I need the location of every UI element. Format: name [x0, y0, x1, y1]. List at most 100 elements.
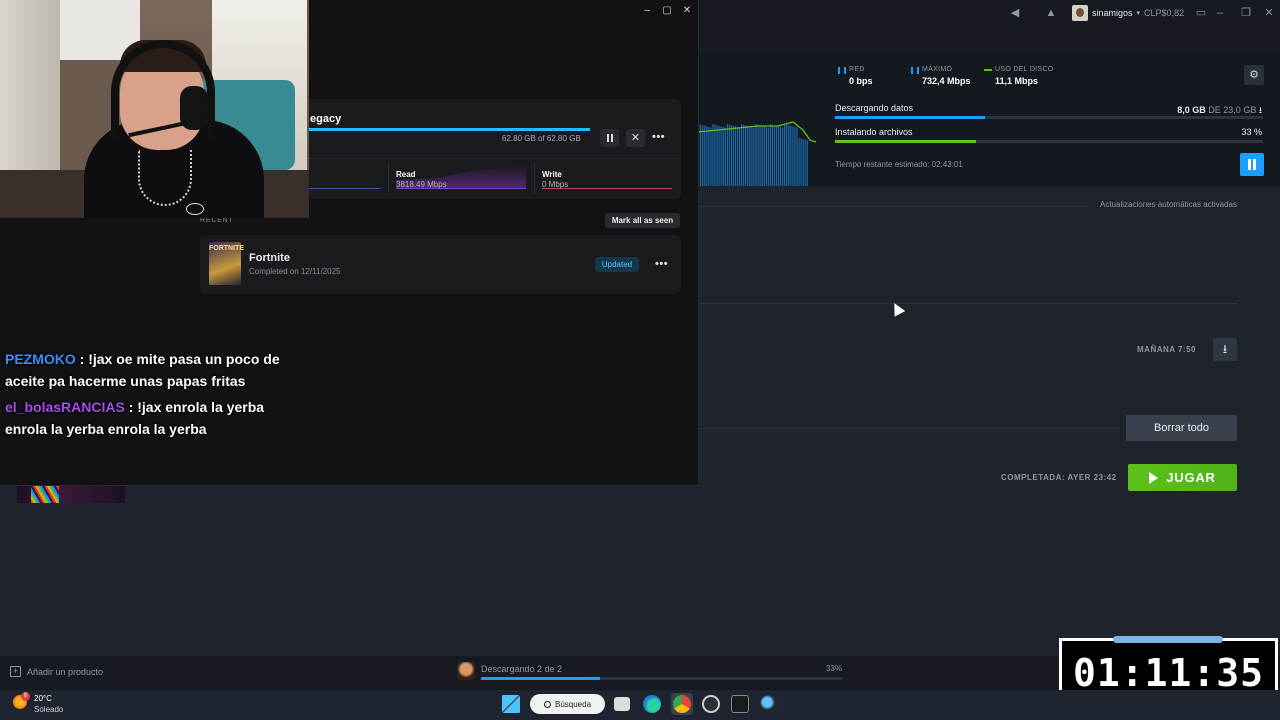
installing-progress-fill	[835, 140, 977, 143]
graph-bar	[806, 140, 808, 186]
steam-topbar: ◀ ▲ ▭ – ❐ ✕	[698, 0, 1280, 52]
play-label: JUGAR	[1166, 470, 1216, 485]
graph-bar	[792, 126, 794, 186]
steam-icon[interactable]	[760, 695, 778, 713]
download-size: 62.80 GB of 62.80 GB	[502, 134, 581, 143]
graph-bar	[736, 127, 739, 186]
add-product-button[interactable]: + Añadir un producto	[10, 666, 103, 677]
installing-progress	[835, 140, 1263, 143]
status-badge: Updated	[595, 257, 639, 272]
stat-peak: MÁXIMO 732,4 Mbps	[911, 66, 971, 86]
account-menu[interactable]: sinamigos ▾ CLP$0,82	[1072, 4, 1184, 22]
weather-temperature[interactable]: 20°C	[34, 694, 52, 703]
graph-bar	[745, 125, 747, 186]
close-icon[interactable]: ✕	[680, 4, 694, 18]
edge-icon[interactable]	[643, 695, 661, 713]
maximize-icon[interactable]: ❐	[1236, 5, 1256, 21]
graph-bar	[763, 126, 765, 186]
completed-label: COMPLETADA: AYER 23:42	[1001, 473, 1117, 482]
download-progress-fill	[308, 128, 590, 131]
divider	[300, 158, 681, 159]
graph-bar	[759, 125, 761, 186]
download-progress	[308, 128, 590, 131]
graph-bar	[724, 127, 726, 186]
chrome-icon[interactable]	[673, 695, 691, 713]
graph-bar	[718, 125, 720, 186]
task-view-icon[interactable]	[614, 697, 630, 711]
graph-bar	[771, 124, 773, 186]
graph-bar	[728, 124, 730, 186]
total-size: DE 23,0 GB	[1208, 105, 1257, 115]
streamer-webcam	[0, 0, 309, 218]
bottom-download-status[interactable]: Descargando 2 de 2 33%	[457, 661, 842, 683]
graph-bar	[708, 127, 710, 186]
time-remaining: Tiempo restante estimado: 02:43:01	[835, 160, 963, 169]
read-label: Read	[396, 170, 416, 179]
graph-bar	[704, 125, 706, 186]
pause-download-button[interactable]	[1240, 153, 1264, 176]
graph-bar	[747, 125, 749, 186]
cancel-button[interactable]: ✕	[626, 129, 645, 147]
epic-games-icon[interactable]	[731, 695, 749, 713]
graph-bar	[712, 124, 714, 186]
chat-username: el_bolasRANCIAS	[5, 399, 125, 415]
clear-all-button[interactable]: Borrar todo	[1126, 415, 1237, 441]
close-icon[interactable]: ✕	[1259, 5, 1279, 21]
divider	[698, 303, 1238, 304]
graph-bar	[716, 125, 718, 186]
recent-item-completed: Completed on 12/11/2025	[249, 267, 341, 276]
graph-bar	[732, 125, 735, 186]
graph-bar	[720, 126, 722, 186]
username: sinamigos	[1092, 8, 1133, 18]
downloading-label: Descargando datos	[835, 103, 914, 113]
stat-value: 11,1 Mbps	[995, 76, 1039, 86]
maximize-icon[interactable]: ▢	[660, 4, 674, 18]
graph-bar	[710, 127, 712, 186]
fortnite-thumbnail: FORTNITE	[209, 242, 244, 285]
write-label: Write	[542, 170, 562, 179]
read-value: 3818.49 Mbps	[396, 180, 447, 189]
windows-start-icon[interactable]	[502, 695, 520, 713]
graph-bar	[798, 138, 800, 186]
weather-description[interactable]: Soleado	[34, 705, 63, 714]
wallet-balance: CLP$0,82	[1144, 8, 1185, 18]
graph-bar	[741, 124, 743, 186]
auto-updates-status[interactable]: Actualizaciones automáticas activadas	[1100, 200, 1237, 209]
graph-bar	[769, 124, 771, 186]
recent-item-name: Fortnite	[249, 252, 290, 264]
installing-percent: 33 %	[1241, 127, 1262, 137]
download-status-progress	[481, 677, 842, 680]
play-button[interactable]: JUGAR	[1128, 464, 1237, 491]
taskbar-search[interactable]: Búsqueda	[530, 694, 605, 714]
more-options-icon[interactable]: •••	[652, 131, 665, 143]
download-status-percent: 33%	[825, 664, 842, 673]
big-picture-icon[interactable]: ▭	[1191, 5, 1211, 21]
add-product-label: Añadir un producto	[27, 666, 104, 677]
stat-network: RED 0 bps	[838, 66, 873, 86]
obs-icon[interactable]	[702, 695, 720, 713]
windows-taskbar	[0, 690, 1280, 720]
download-now-button[interactable]: ⭳	[1213, 338, 1237, 361]
pause-button[interactable]	[600, 129, 619, 147]
chat-username: PEZMOKO	[5, 351, 76, 367]
stat-label: MÁXIMO	[922, 66, 953, 73]
timer-value: 01:11:35	[1072, 651, 1265, 695]
timer-accent	[1113, 636, 1223, 643]
write-value: 0 Mbps	[542, 180, 569, 189]
mark-all-seen-button[interactable]: Mark all as seen	[605, 213, 680, 228]
plus-icon: +	[10, 666, 21, 677]
minimize-icon[interactable]: –	[640, 4, 654, 18]
announcements-icon[interactable]: ◀	[1005, 5, 1025, 21]
notifications-bell-icon[interactable]: ▲	[1041, 5, 1061, 21]
graph-bar	[775, 125, 778, 186]
divider	[534, 162, 535, 194]
more-options-icon[interactable]: •••	[655, 258, 668, 270]
minimize-icon[interactable]: –	[1210, 5, 1230, 21]
gear-icon[interactable]: ⚙	[1244, 65, 1264, 85]
network-icon	[838, 67, 846, 74]
graph-bar	[706, 126, 708, 186]
graph-bar	[722, 127, 724, 186]
graph-bar	[749, 126, 751, 186]
graph-bar	[800, 138, 802, 186]
stat-value: 0 bps	[849, 76, 873, 86]
